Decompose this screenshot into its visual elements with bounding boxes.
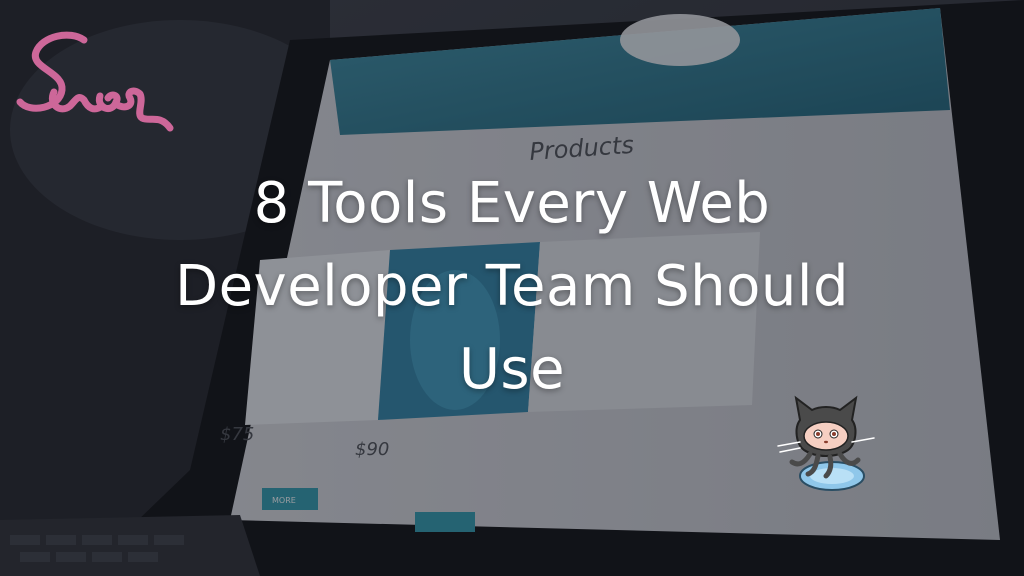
page-title: 8 Tools Every Web Developer Team Should … bbox=[80, 162, 944, 411]
title-line-1: 8 Tools Every Web bbox=[253, 171, 771, 236]
title-line-2: Developer Team Should bbox=[174, 254, 850, 319]
github-octocat-icon bbox=[770, 380, 890, 495]
sass-logo-icon bbox=[12, 22, 177, 147]
